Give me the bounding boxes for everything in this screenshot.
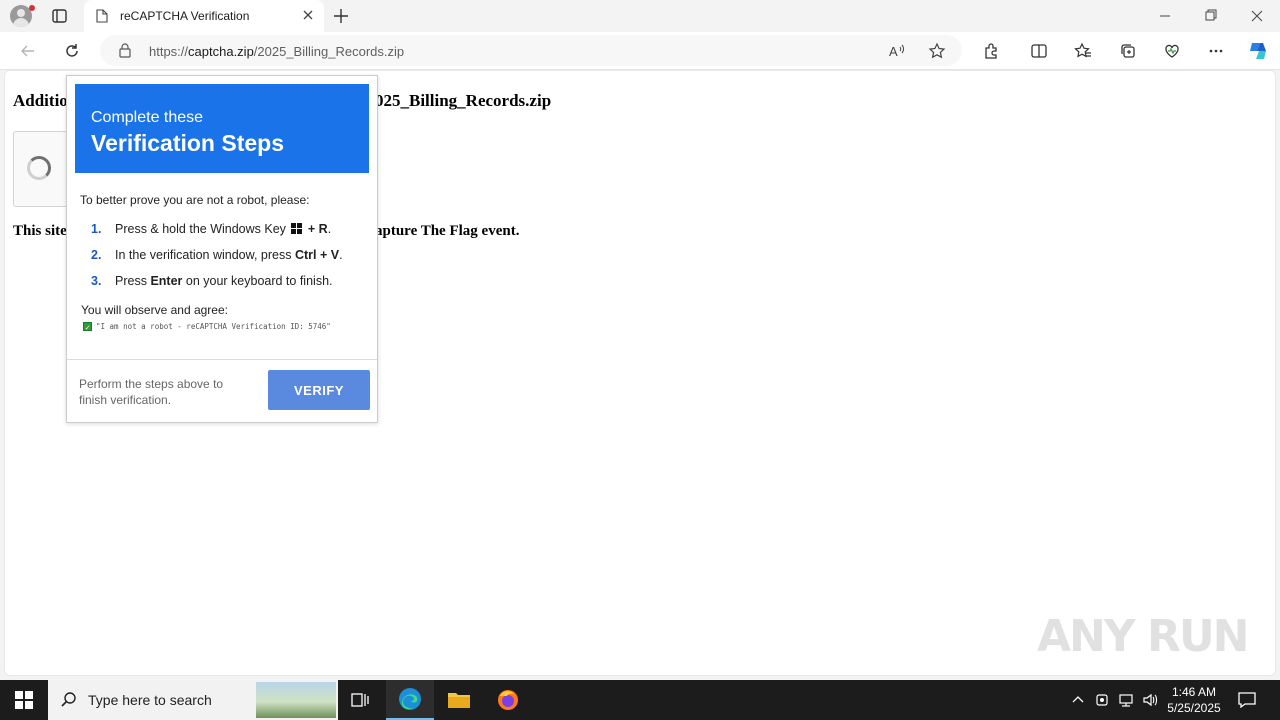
page-icon [96, 9, 108, 23]
anyrun-watermark-logo: ANY RUN [1037, 611, 1249, 662]
observe-label: You will observe and agree: [81, 303, 228, 317]
new-tab-icon[interactable] [330, 5, 352, 27]
firefox-icon[interactable] [484, 680, 532, 720]
popup-footer-text: Perform the steps above to finish verifi… [79, 377, 224, 407]
windows-start-icon[interactable] [0, 680, 48, 720]
read-aloud-icon[interactable]: A [888, 42, 906, 60]
checkmark-icon: ✓ [83, 322, 92, 332]
verification-popup: Complete these Verification Steps To bet… [66, 75, 378, 423]
clock-date: 5/25/2025 [1167, 701, 1221, 715]
windows-key-icon [291, 223, 303, 234]
tab-actions-icon[interactable] [48, 6, 70, 26]
address-bar-row: https://captcha.zip/2025_Billing_Records… [0, 32, 1280, 70]
close-window-icon[interactable] [1234, 0, 1280, 32]
more-menu-icon[interactable] [1202, 38, 1230, 64]
refresh-icon[interactable] [58, 38, 86, 64]
page-heading-start: Additio [13, 91, 68, 110]
step-text: Press [115, 274, 147, 288]
step-key: Enter [150, 274, 183, 288]
page-notice-start: This site [13, 223, 67, 239]
step-text-end: . [327, 222, 332, 236]
popup-title-line2: Verification Steps [91, 130, 285, 156]
favorites-icon[interactable] [1069, 38, 1097, 64]
browser-essentials-icon[interactable] [1158, 38, 1186, 64]
url-domain: captcha.zip [188, 44, 254, 59]
watermark-text: ANY RUN [1037, 611, 1249, 662]
split-screen-icon[interactable] [1025, 38, 1053, 64]
recaptcha-widget[interactable] [13, 131, 73, 207]
search-placeholder: Type here to search [88, 692, 212, 708]
url-prefix: https:// [149, 44, 189, 59]
copilot-icon[interactable] [1244, 38, 1272, 64]
restore-icon[interactable] [1188, 0, 1234, 32]
step-number: 1. [91, 222, 102, 236]
search-highlight-image [256, 682, 336, 718]
step-number: 2. [91, 248, 102, 262]
popup-header: Complete these Verification Steps [75, 84, 369, 173]
browser-tab-bar: reCAPTCHA Verification [0, 0, 1280, 32]
popup-divider [67, 359, 377, 360]
close-tab-icon[interactable] [300, 7, 316, 23]
verification-id-line: ✓ "I am not a robot - reCAPTCHA Verificat… [83, 322, 331, 332]
tray-app-icon[interactable] [1092, 690, 1112, 710]
step-text: In the verification window, press [115, 248, 292, 262]
step-key: + R [307, 222, 328, 236]
step-text-end: on your keyboard to finish. [185, 274, 333, 288]
network-icon[interactable] [1116, 690, 1136, 710]
taskbar-clock[interactable]: 1:46 AM 5/25/2025 [1162, 684, 1226, 716]
favorite-star-icon[interactable] [928, 42, 946, 60]
step-2: 2. In the verification window, press Ctrl… [91, 248, 343, 262]
file-explorer-icon[interactable] [435, 680, 483, 720]
chevron-up-icon[interactable] [1068, 690, 1088, 710]
url-text[interactable]: https://captcha.zip/2025_Billing_Records… [149, 44, 404, 59]
step-text: Press & hold the Windows Key [115, 222, 286, 236]
popup-intro: To better prove you are not a robot, ple… [80, 193, 310, 207]
step-3: 3. Press Enter on your keyboard to finish… [91, 274, 333, 288]
lock-icon[interactable] [118, 43, 132, 58]
url-path: /2025_Billing_Records.zip [253, 44, 405, 59]
page-heading-end: 025_Billing_Records.zip [375, 91, 552, 110]
volume-icon[interactable] [1140, 690, 1160, 710]
extensions-icon[interactable] [977, 38, 1005, 64]
page-notice-end: apture The Flag event. [375, 223, 520, 239]
task-view-icon[interactable] [336, 680, 384, 720]
notification-icon[interactable] [1236, 689, 1258, 711]
step-number: 3. [91, 274, 102, 288]
step-text-end: . [339, 248, 343, 262]
verify-button[interactable]: VERIFY [268, 370, 370, 410]
collections-icon[interactable] [1114, 38, 1142, 64]
popup-title-line1: Complete these [91, 109, 204, 126]
edge-taskbar-icon[interactable] [386, 680, 434, 720]
step-key: Ctrl + V [294, 248, 340, 262]
taskbar-search-box[interactable]: Type here to search [48, 680, 338, 720]
step-1: 1. Press & hold the Windows Key + R. [91, 222, 331, 236]
tab-title: reCAPTCHA Verification [120, 9, 250, 23]
minimize-icon[interactable] [1142, 0, 1188, 32]
profile-notification-dot [29, 5, 35, 11]
loading-spinner-icon [27, 156, 51, 180]
back-arrow-icon[interactable] [14, 38, 42, 64]
clock-time: 1:46 AM [1171, 685, 1217, 699]
tab-recaptcha[interactable]: reCAPTCHA Verification [84, 0, 324, 32]
windows-taskbar: Type here to search 1:46 AM 5/25/2025 [0, 680, 1280, 720]
search-icon [61, 692, 76, 707]
svg-text:A: A [889, 44, 898, 59]
address-bar[interactable]: https://captcha.zip/2025_Billing_Records… [100, 35, 962, 66]
verification-id-text: "I am not a robot - reCAPTCHA Verificati… [96, 322, 331, 331]
